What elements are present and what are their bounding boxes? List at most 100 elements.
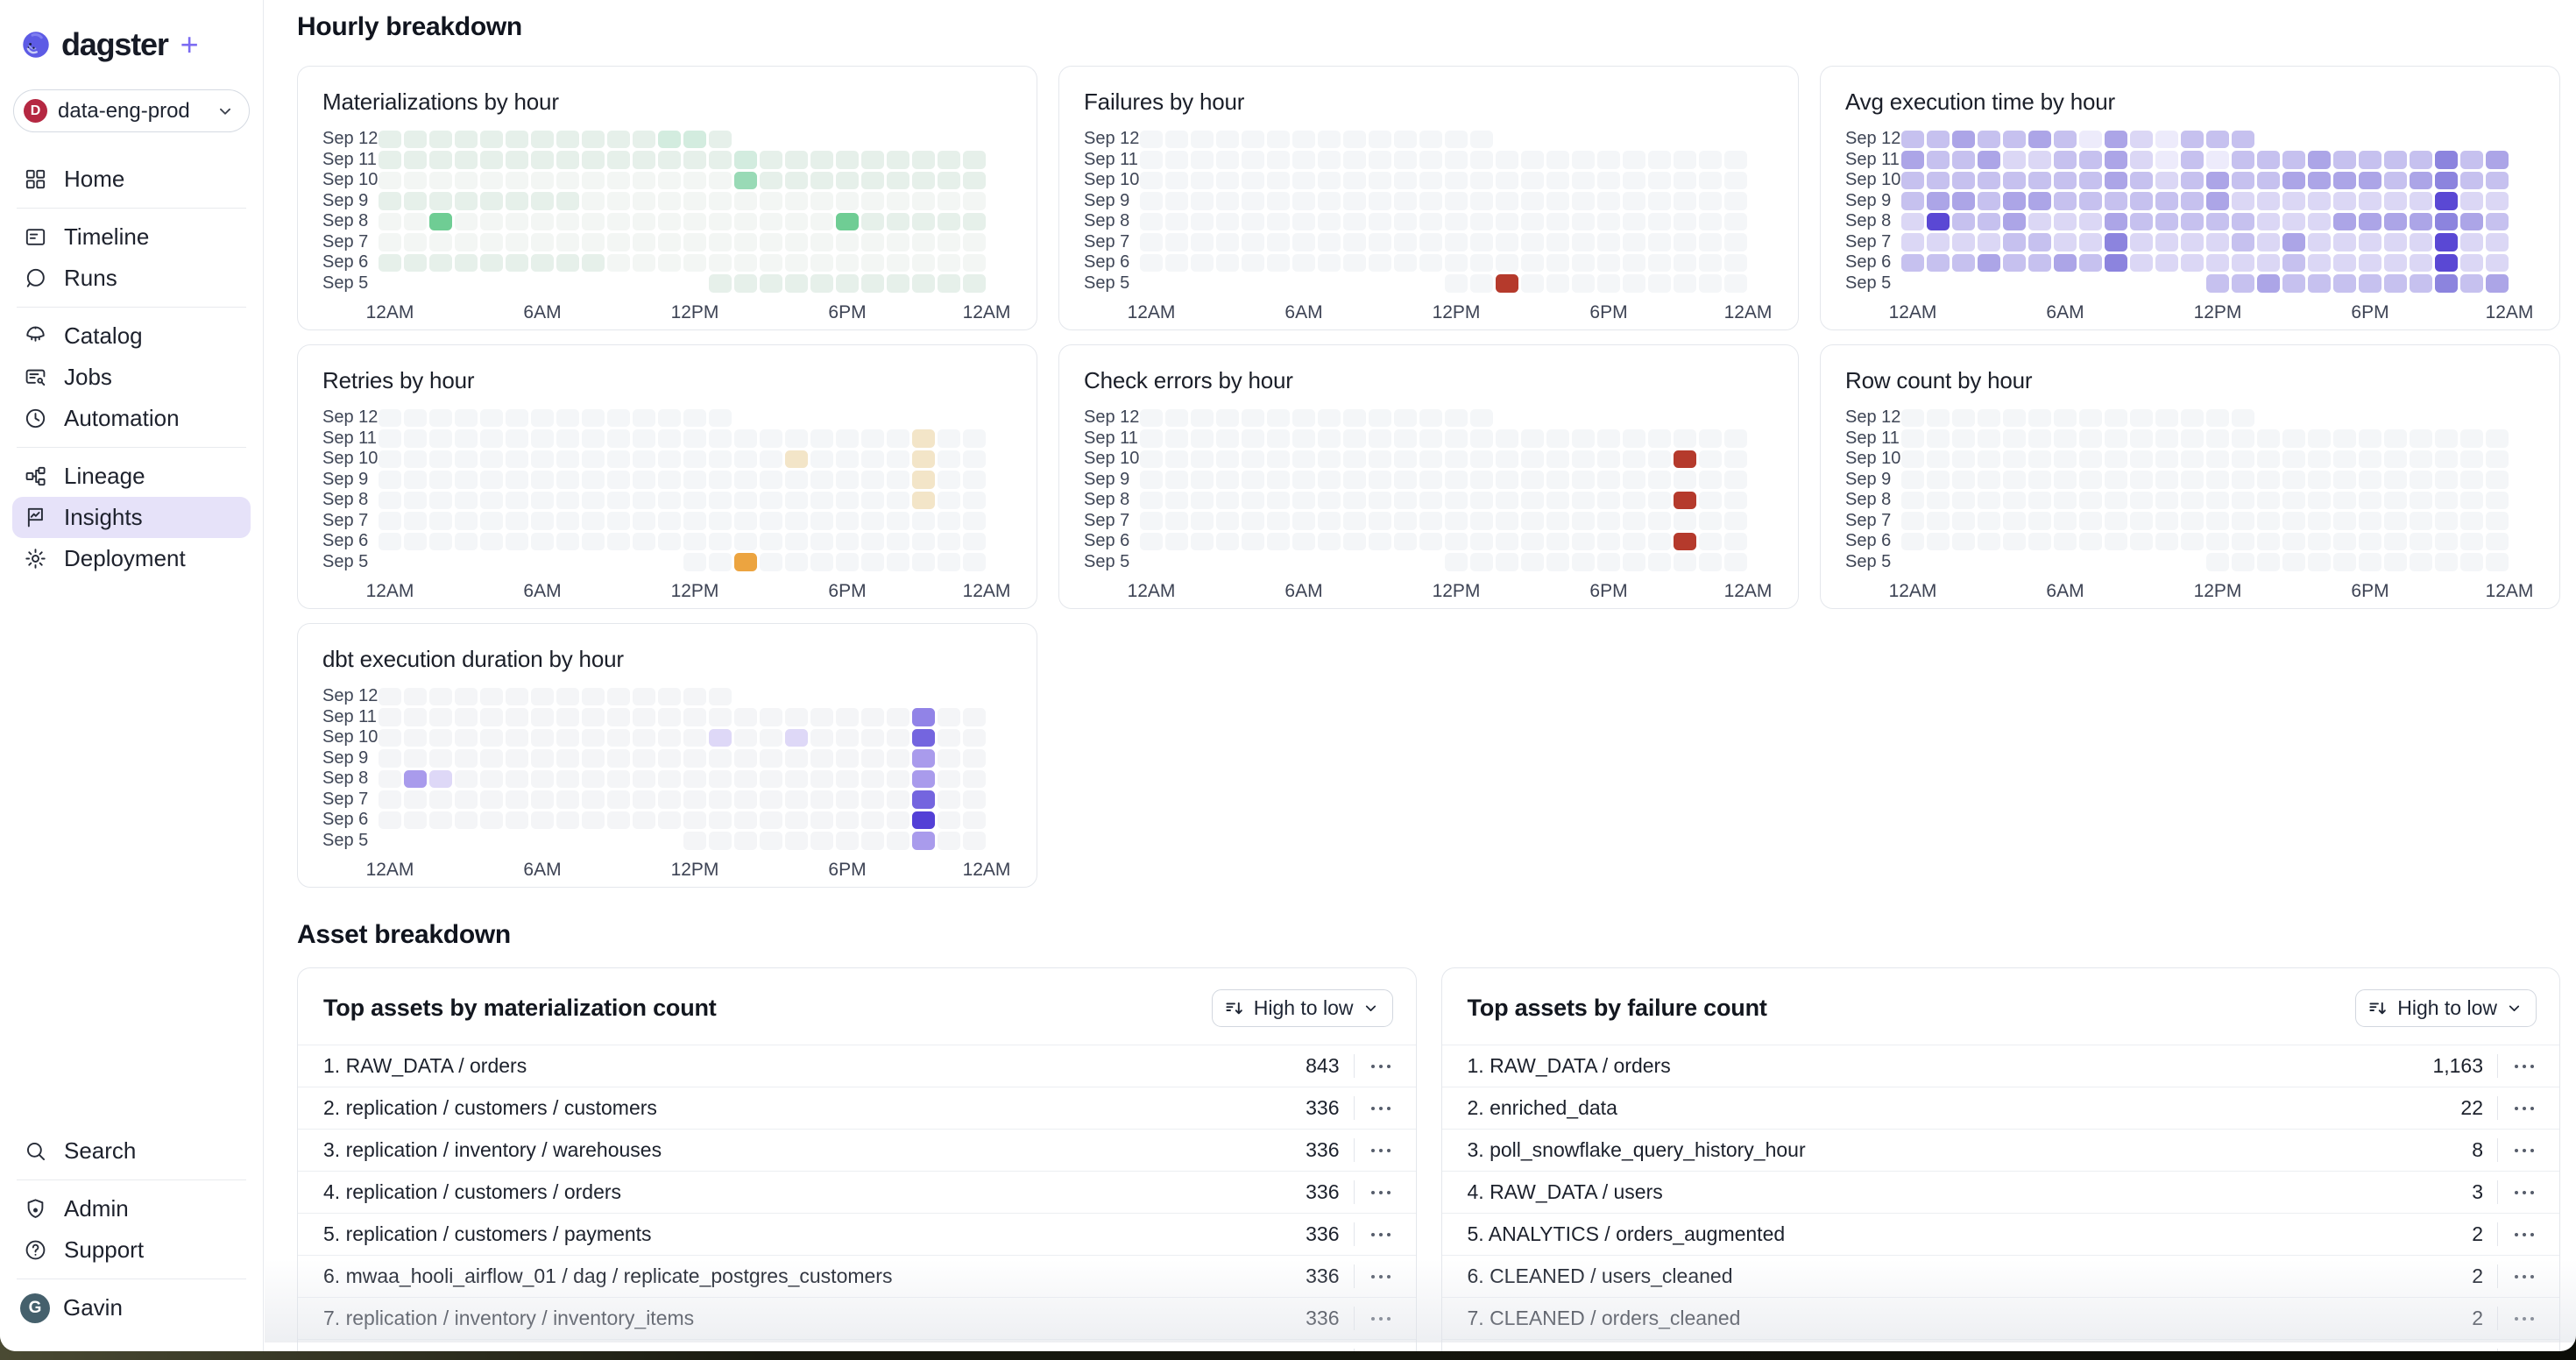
heatmap-cell[interactable]: [2028, 131, 2051, 149]
heatmap-cell[interactable]: [658, 512, 681, 530]
heatmap-cell[interactable]: [429, 471, 452, 489]
heatmap-cell[interactable]: [2079, 233, 2102, 251]
heatmap-cell[interactable]: [1699, 471, 1722, 489]
heatmap-cell[interactable]: [2054, 409, 2077, 428]
heatmap-cell[interactable]: [1445, 553, 1468, 571]
heatmap-cell[interactable]: [1216, 172, 1239, 190]
heatmap-cell[interactable]: [709, 708, 732, 726]
heatmap-cell[interactable]: [1242, 429, 1264, 448]
heatmap-cell[interactable]: [607, 254, 630, 273]
heatmap-cell[interactable]: [1318, 192, 1341, 210]
heatmap-cell[interactable]: [582, 429, 605, 448]
heatmap-cell[interactable]: [1140, 233, 1163, 251]
heatmap-cell[interactable]: [379, 729, 401, 747]
heatmap-cell[interactable]: [1674, 492, 1696, 510]
heatmap-cell[interactable]: [810, 172, 833, 190]
heatmap-cell[interactable]: [1394, 492, 1417, 510]
heatmap-cell[interactable]: [2155, 492, 2178, 510]
heatmap-cell[interactable]: [1343, 172, 1366, 190]
heatmap-cell[interactable]: [1496, 213, 1518, 231]
heatmap-cell[interactable]: [633, 811, 655, 830]
heatmap-cell[interactable]: [2003, 533, 2026, 551]
heatmap-cell[interactable]: [480, 811, 503, 830]
heatmap-cell[interactable]: [912, 749, 935, 768]
heatmap-cell[interactable]: [1648, 274, 1671, 293]
heatmap-cell[interactable]: [2181, 233, 2204, 251]
dagster-logo[interactable]: dagster+: [12, 26, 251, 89]
heatmap-cell[interactable]: [2359, 429, 2381, 448]
heatmap-cell[interactable]: [531, 533, 554, 551]
heatmap-cell[interactable]: [683, 790, 706, 809]
heatmap-cell[interactable]: [1648, 512, 1671, 530]
heatmap-cell[interactable]: [404, 409, 427, 428]
heatmap-cell[interactable]: [1952, 131, 1975, 149]
heatmap-cell[interactable]: [2206, 553, 2229, 571]
heatmap-cell[interactable]: [887, 254, 909, 273]
heatmap-cell[interactable]: [1419, 429, 1442, 448]
sidebar-item-admin[interactable]: Admin: [12, 1188, 251, 1229]
heatmap-cell[interactable]: [404, 708, 427, 726]
heatmap-cell[interactable]: [531, 729, 554, 747]
heatmap-cell[interactable]: [1546, 274, 1569, 293]
heatmap-cell[interactable]: [1343, 450, 1366, 469]
heatmap-cell[interactable]: [1927, 172, 1950, 190]
heatmap-cell[interactable]: [1674, 274, 1696, 293]
heatmap-cell[interactable]: [1470, 450, 1493, 469]
heatmap-cell[interactable]: [2232, 254, 2254, 273]
heatmap-cell[interactable]: [1699, 512, 1722, 530]
workspace-selector[interactable]: D data-eng-prod: [13, 89, 250, 132]
heatmap-cell[interactable]: [531, 512, 554, 530]
heatmap-cell[interactable]: [480, 233, 503, 251]
heatmap-cell[interactable]: [404, 151, 427, 169]
heatmap-cell[interactable]: [938, 749, 960, 768]
heatmap-cell[interactable]: [836, 192, 859, 210]
user-menu[interactable]: G Gavin: [12, 1287, 251, 1328]
heatmap-cell[interactable]: [1597, 172, 1620, 190]
heatmap-cell[interactable]: [861, 533, 884, 551]
heatmap-cell[interactable]: [912, 254, 935, 273]
heatmap-cell[interactable]: [379, 688, 401, 706]
heatmap-cell[interactable]: [658, 409, 681, 428]
heatmap-cell[interactable]: [2232, 429, 2254, 448]
heatmap-cell[interactable]: [1901, 213, 1924, 231]
heatmap-cell[interactable]: [1927, 254, 1950, 273]
heatmap-cell[interactable]: [429, 409, 452, 428]
heatmap-cell[interactable]: [1623, 471, 1645, 489]
heatmap-cell[interactable]: [1343, 151, 1366, 169]
heatmap-cell[interactable]: [810, 512, 833, 530]
heatmap-cell[interactable]: [1318, 213, 1341, 231]
heatmap-cell[interactable]: [1597, 429, 1620, 448]
heatmap-cell[interactable]: [2333, 450, 2356, 469]
heatmap-cell[interactable]: [785, 492, 808, 510]
heatmap-cell[interactable]: [836, 151, 859, 169]
heatmap-cell[interactable]: [1901, 192, 1924, 210]
heatmap-cell[interactable]: [709, 533, 732, 551]
heatmap-cell[interactable]: [1648, 254, 1671, 273]
heatmap-cell[interactable]: [404, 172, 427, 190]
heatmap-cell[interactable]: [1470, 429, 1493, 448]
heatmap-cell[interactable]: [683, 471, 706, 489]
heatmap-cell[interactable]: [887, 749, 909, 768]
heatmap-cell[interactable]: [582, 749, 605, 768]
heatmap-cell[interactable]: [1369, 172, 1391, 190]
heatmap-cell[interactable]: [785, 512, 808, 530]
heatmap-cell[interactable]: [455, 151, 478, 169]
heatmap-cell[interactable]: [1724, 274, 1747, 293]
heatmap-cell[interactable]: [506, 450, 528, 469]
heatmap-cell[interactable]: [2308, 274, 2331, 293]
row-menu-button[interactable]: [1355, 1314, 1400, 1323]
heatmap-cell[interactable]: [1191, 233, 1214, 251]
heatmap-cell[interactable]: [861, 450, 884, 469]
heatmap-cell[interactable]: [455, 254, 478, 273]
heatmap-cell[interactable]: [2333, 213, 2356, 231]
heatmap-cell[interactable]: [1674, 254, 1696, 273]
heatmap-cell[interactable]: [2486, 450, 2509, 469]
heatmap-cell[interactable]: [1343, 254, 1366, 273]
heatmap-cell[interactable]: [2410, 233, 2432, 251]
heatmap-cell[interactable]: [2028, 533, 2051, 551]
heatmap-cell[interactable]: [404, 492, 427, 510]
heatmap-cell[interactable]: [2486, 192, 2509, 210]
heatmap-cell[interactable]: [658, 151, 681, 169]
heatmap-cell[interactable]: [2282, 151, 2305, 169]
heatmap-cell[interactable]: [531, 254, 554, 273]
